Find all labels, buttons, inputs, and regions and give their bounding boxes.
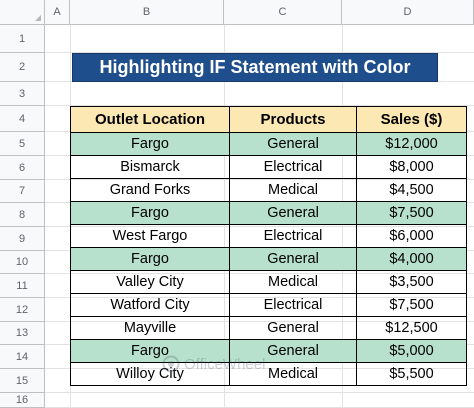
location-cell[interactable]: Fargo bbox=[70, 201, 230, 225]
product-cell[interactable]: Medical bbox=[229, 270, 357, 294]
row-header-5[interactable]: 5 bbox=[0, 132, 45, 156]
row-header-3[interactable]: 3 bbox=[0, 82, 45, 106]
row-header-13[interactable]: 13 bbox=[0, 322, 45, 345]
sales-cell[interactable]: $5,500 bbox=[356, 362, 467, 386]
sales-cell[interactable]: $8,000 bbox=[356, 155, 467, 179]
corner-triangle-icon bbox=[35, 15, 41, 21]
row-header-8[interactable]: 8 bbox=[0, 203, 45, 227]
sales-cell[interactable]: $12,000 bbox=[356, 132, 467, 156]
grid-row-line bbox=[45, 25, 474, 53]
product-cell[interactable]: Electrical bbox=[229, 293, 357, 317]
table-row: Fargo General $7,500 bbox=[70, 201, 467, 225]
location-cell[interactable]: Watford City bbox=[70, 293, 230, 317]
product-cell[interactable]: General bbox=[229, 339, 357, 363]
header-outlet-location[interactable]: Outlet Location bbox=[70, 106, 230, 133]
row-header-15[interactable]: 15 bbox=[0, 369, 45, 393]
sheet-title-cell[interactable]: Highlighting IF Statement with Color bbox=[72, 53, 438, 82]
location-cell[interactable]: Fargo bbox=[70, 132, 230, 156]
product-cell[interactable]: Electrical bbox=[229, 155, 357, 179]
row-header-10[interactable]: 10 bbox=[0, 251, 45, 274]
location-cell[interactable]: West Fargo bbox=[70, 224, 230, 248]
location-cell[interactable]: Willoy City bbox=[70, 362, 230, 386]
location-cell[interactable]: Grand Forks bbox=[70, 178, 230, 202]
row-header-1[interactable]: 1 bbox=[0, 25, 45, 53]
sales-cell[interactable]: $7,500 bbox=[356, 201, 467, 225]
product-cell[interactable]: Medical bbox=[229, 362, 357, 386]
header-sales[interactable]: Sales ($) bbox=[356, 106, 467, 133]
table-row: Grand Forks Medical $4,500 bbox=[70, 178, 467, 202]
row-header-14[interactable]: 14 bbox=[0, 345, 45, 369]
table-row: Fargo General $4,000 bbox=[70, 247, 467, 271]
table-row: Watford City Electrical $7,500 bbox=[70, 293, 467, 317]
table-row: Willoy City Medical $5,500 bbox=[70, 362, 467, 386]
column-header-d[interactable]: D bbox=[342, 0, 474, 25]
header-products[interactable]: Products bbox=[229, 106, 357, 133]
table-row: West Fargo Electrical $6,000 bbox=[70, 224, 467, 248]
sales-cell[interactable]: $3,500 bbox=[356, 270, 467, 294]
location-cell[interactable]: Mayville bbox=[70, 316, 230, 340]
product-cell[interactable]: Medical bbox=[229, 178, 357, 202]
table-row: Fargo General $12,000 bbox=[70, 132, 467, 156]
grid-row-line bbox=[45, 82, 474, 106]
row-header-16[interactable]: 16 bbox=[0, 393, 45, 408]
grid-row-line bbox=[45, 393, 474, 408]
sales-table: Outlet Location Products Sales ($) Fargo… bbox=[70, 106, 467, 386]
column-header-b[interactable]: B bbox=[70, 0, 224, 25]
product-cell[interactable]: General bbox=[229, 132, 357, 156]
column-header-c[interactable]: C bbox=[224, 0, 342, 25]
location-cell[interactable]: Fargo bbox=[70, 247, 230, 271]
product-cell[interactable]: General bbox=[229, 201, 357, 225]
sales-cell[interactable]: $7,500 bbox=[356, 293, 467, 317]
table-row: Mayville General $12,500 bbox=[70, 316, 467, 340]
sales-cell[interactable]: $4,500 bbox=[356, 178, 467, 202]
table-header-row: Outlet Location Products Sales ($) bbox=[70, 106, 467, 133]
row-header-7[interactable]: 7 bbox=[0, 180, 45, 203]
table-row: Fargo General $5,000 bbox=[70, 339, 467, 363]
product-cell[interactable]: Electrical bbox=[229, 224, 357, 248]
row-header-2[interactable]: 2 bbox=[0, 53, 45, 82]
sales-cell[interactable]: $5,000 bbox=[356, 339, 467, 363]
row-header-6[interactable]: 6 bbox=[0, 156, 45, 180]
product-cell[interactable]: General bbox=[229, 247, 357, 271]
row-header-4[interactable]: 4 bbox=[0, 106, 45, 132]
sales-cell[interactable]: $4,000 bbox=[356, 247, 467, 271]
table-row: Bismarck Electrical $8,000 bbox=[70, 155, 467, 179]
product-cell[interactable]: General bbox=[229, 316, 357, 340]
sales-cell[interactable]: $6,000 bbox=[356, 224, 467, 248]
select-all-corner[interactable] bbox=[0, 0, 45, 25]
table-row: Valley City Medical $3,500 bbox=[70, 270, 467, 294]
row-header-12[interactable]: 12 bbox=[0, 298, 45, 322]
sales-cell[interactable]: $12,500 bbox=[356, 316, 467, 340]
location-cell[interactable]: Valley City bbox=[70, 270, 230, 294]
column-header-a[interactable]: A bbox=[45, 0, 70, 25]
location-cell[interactable]: Fargo bbox=[70, 339, 230, 363]
row-header-9[interactable]: 9 bbox=[0, 227, 45, 251]
row-header-11[interactable]: 11 bbox=[0, 274, 45, 298]
location-cell[interactable]: Bismarck bbox=[70, 155, 230, 179]
